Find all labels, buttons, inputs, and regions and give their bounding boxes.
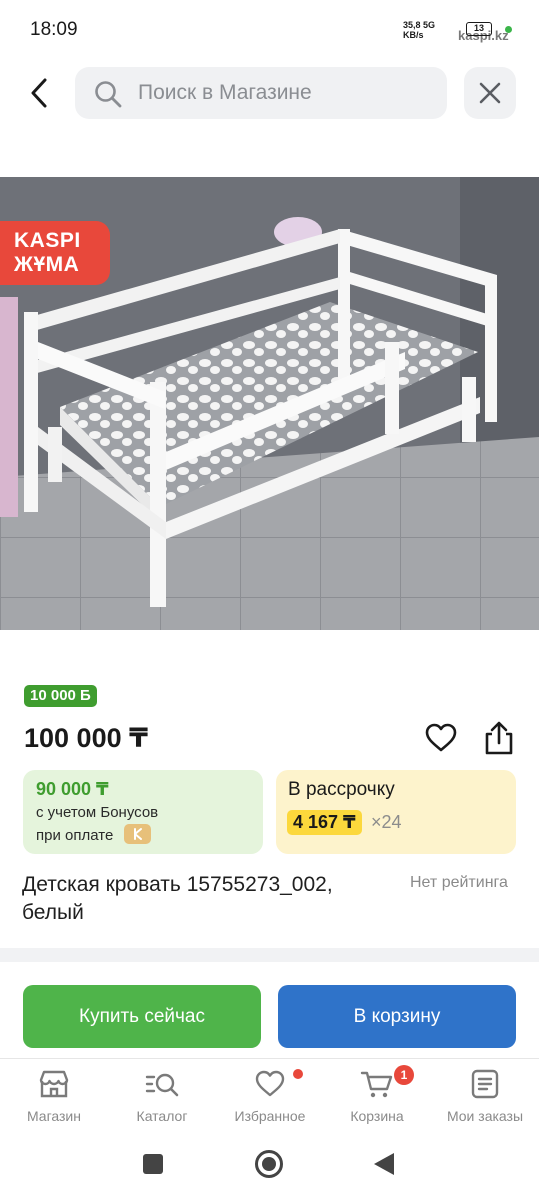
product-price: 100 000 ₸ [24, 723, 148, 753]
bonus-note-line2: при оплате [36, 827, 114, 844]
nav-item-favorites[interactable]: Избранное [220, 1069, 320, 1133]
heart-icon [425, 723, 457, 752]
bonus-price-card[interactable]: 90 000 ₸ с учетом Бонусов при оплате [23, 770, 263, 854]
search-input[interactable]: Поиск в Магазине [75, 67, 447, 119]
close-button[interactable] [464, 67, 516, 119]
share-icon [485, 721, 513, 755]
system-nav-bar [0, 1134, 539, 1200]
kaspi-juma-badge: KASPI ЖҰМА [0, 221, 110, 285]
buy-now-button[interactable]: Купить сейчас [23, 985, 261, 1048]
bonus-price: 90 000 ₸ [36, 779, 109, 799]
system-back-button[interactable] [374, 1153, 394, 1175]
back-button[interactable] [22, 74, 58, 112]
chevron-left-icon [31, 78, 47, 108]
nav-item-cart[interactable]: 1 Корзина [327, 1065, 427, 1133]
bonus-badge: 10 000 Б [24, 685, 97, 707]
nav-label-catalog: Каталог [136, 1108, 188, 1124]
battery-icon: 13 [466, 22, 492, 36]
product-image[interactable]: KASPI ЖҰМА [0, 177, 539, 630]
search-header: Поиск в Магазине [0, 60, 539, 126]
close-icon [479, 82, 501, 104]
status-time: 18:09 [30, 19, 78, 40]
section-divider [0, 948, 539, 962]
nav-label-store: Магазин [26, 1108, 81, 1124]
product-rating[interactable]: Нет рейтинга [410, 874, 508, 892]
nav-item-orders[interactable]: Мои заказы [435, 1069, 535, 1133]
add-to-cart-button[interactable]: В корзину [278, 985, 516, 1048]
share-button[interactable] [482, 720, 516, 756]
cart-count-badge: 1 [394, 1065, 414, 1085]
catalog-search-icon [145, 1073, 179, 1097]
nav-item-store[interactable]: Магазин [4, 1069, 104, 1133]
installment-card[interactable]: В рассрочку 4 167 ₸ ×24 [276, 770, 516, 854]
orders-icon [471, 1069, 499, 1099]
search-icon [95, 81, 122, 108]
favorite-button[interactable] [424, 722, 458, 754]
installment-title: В рассрочку [288, 779, 395, 800]
bonus-note-line1: с учетом Бонусов [36, 804, 159, 821]
favorites-indicator-dot [293, 1069, 303, 1079]
installment-monthly: 4 167 ₸ [287, 810, 362, 835]
cart-icon [360, 1071, 393, 1098]
status-bar: 18:09 35,8 5G KB/s kaspi.kz 13 [0, 0, 539, 60]
kaspi-pay-icon [124, 824, 151, 844]
installment-months: ×24 [371, 812, 402, 832]
store-icon [39, 1070, 69, 1098]
nav-label-favorites: Избранное [234, 1108, 306, 1124]
search-placeholder: Поиск в Магазине [138, 81, 312, 104]
heart-icon [255, 1070, 285, 1097]
nav-label-orders: Мои заказы [446, 1108, 524, 1124]
product-title: Детская кровать 15755273_002, белый [22, 873, 333, 924]
bottom-nav: Магазин Каталог Избранное 1 Корзина Мои … [0, 1058, 539, 1134]
recent-apps-button[interactable] [143, 1154, 163, 1174]
network-speed: 35,8 5G KB/s [403, 20, 436, 40]
nav-item-catalog[interactable]: Каталог [112, 1069, 212, 1133]
home-button[interactable] [255, 1150, 283, 1178]
nav-label-cart: Корзина [350, 1108, 404, 1124]
indicator-dot [505, 26, 512, 33]
